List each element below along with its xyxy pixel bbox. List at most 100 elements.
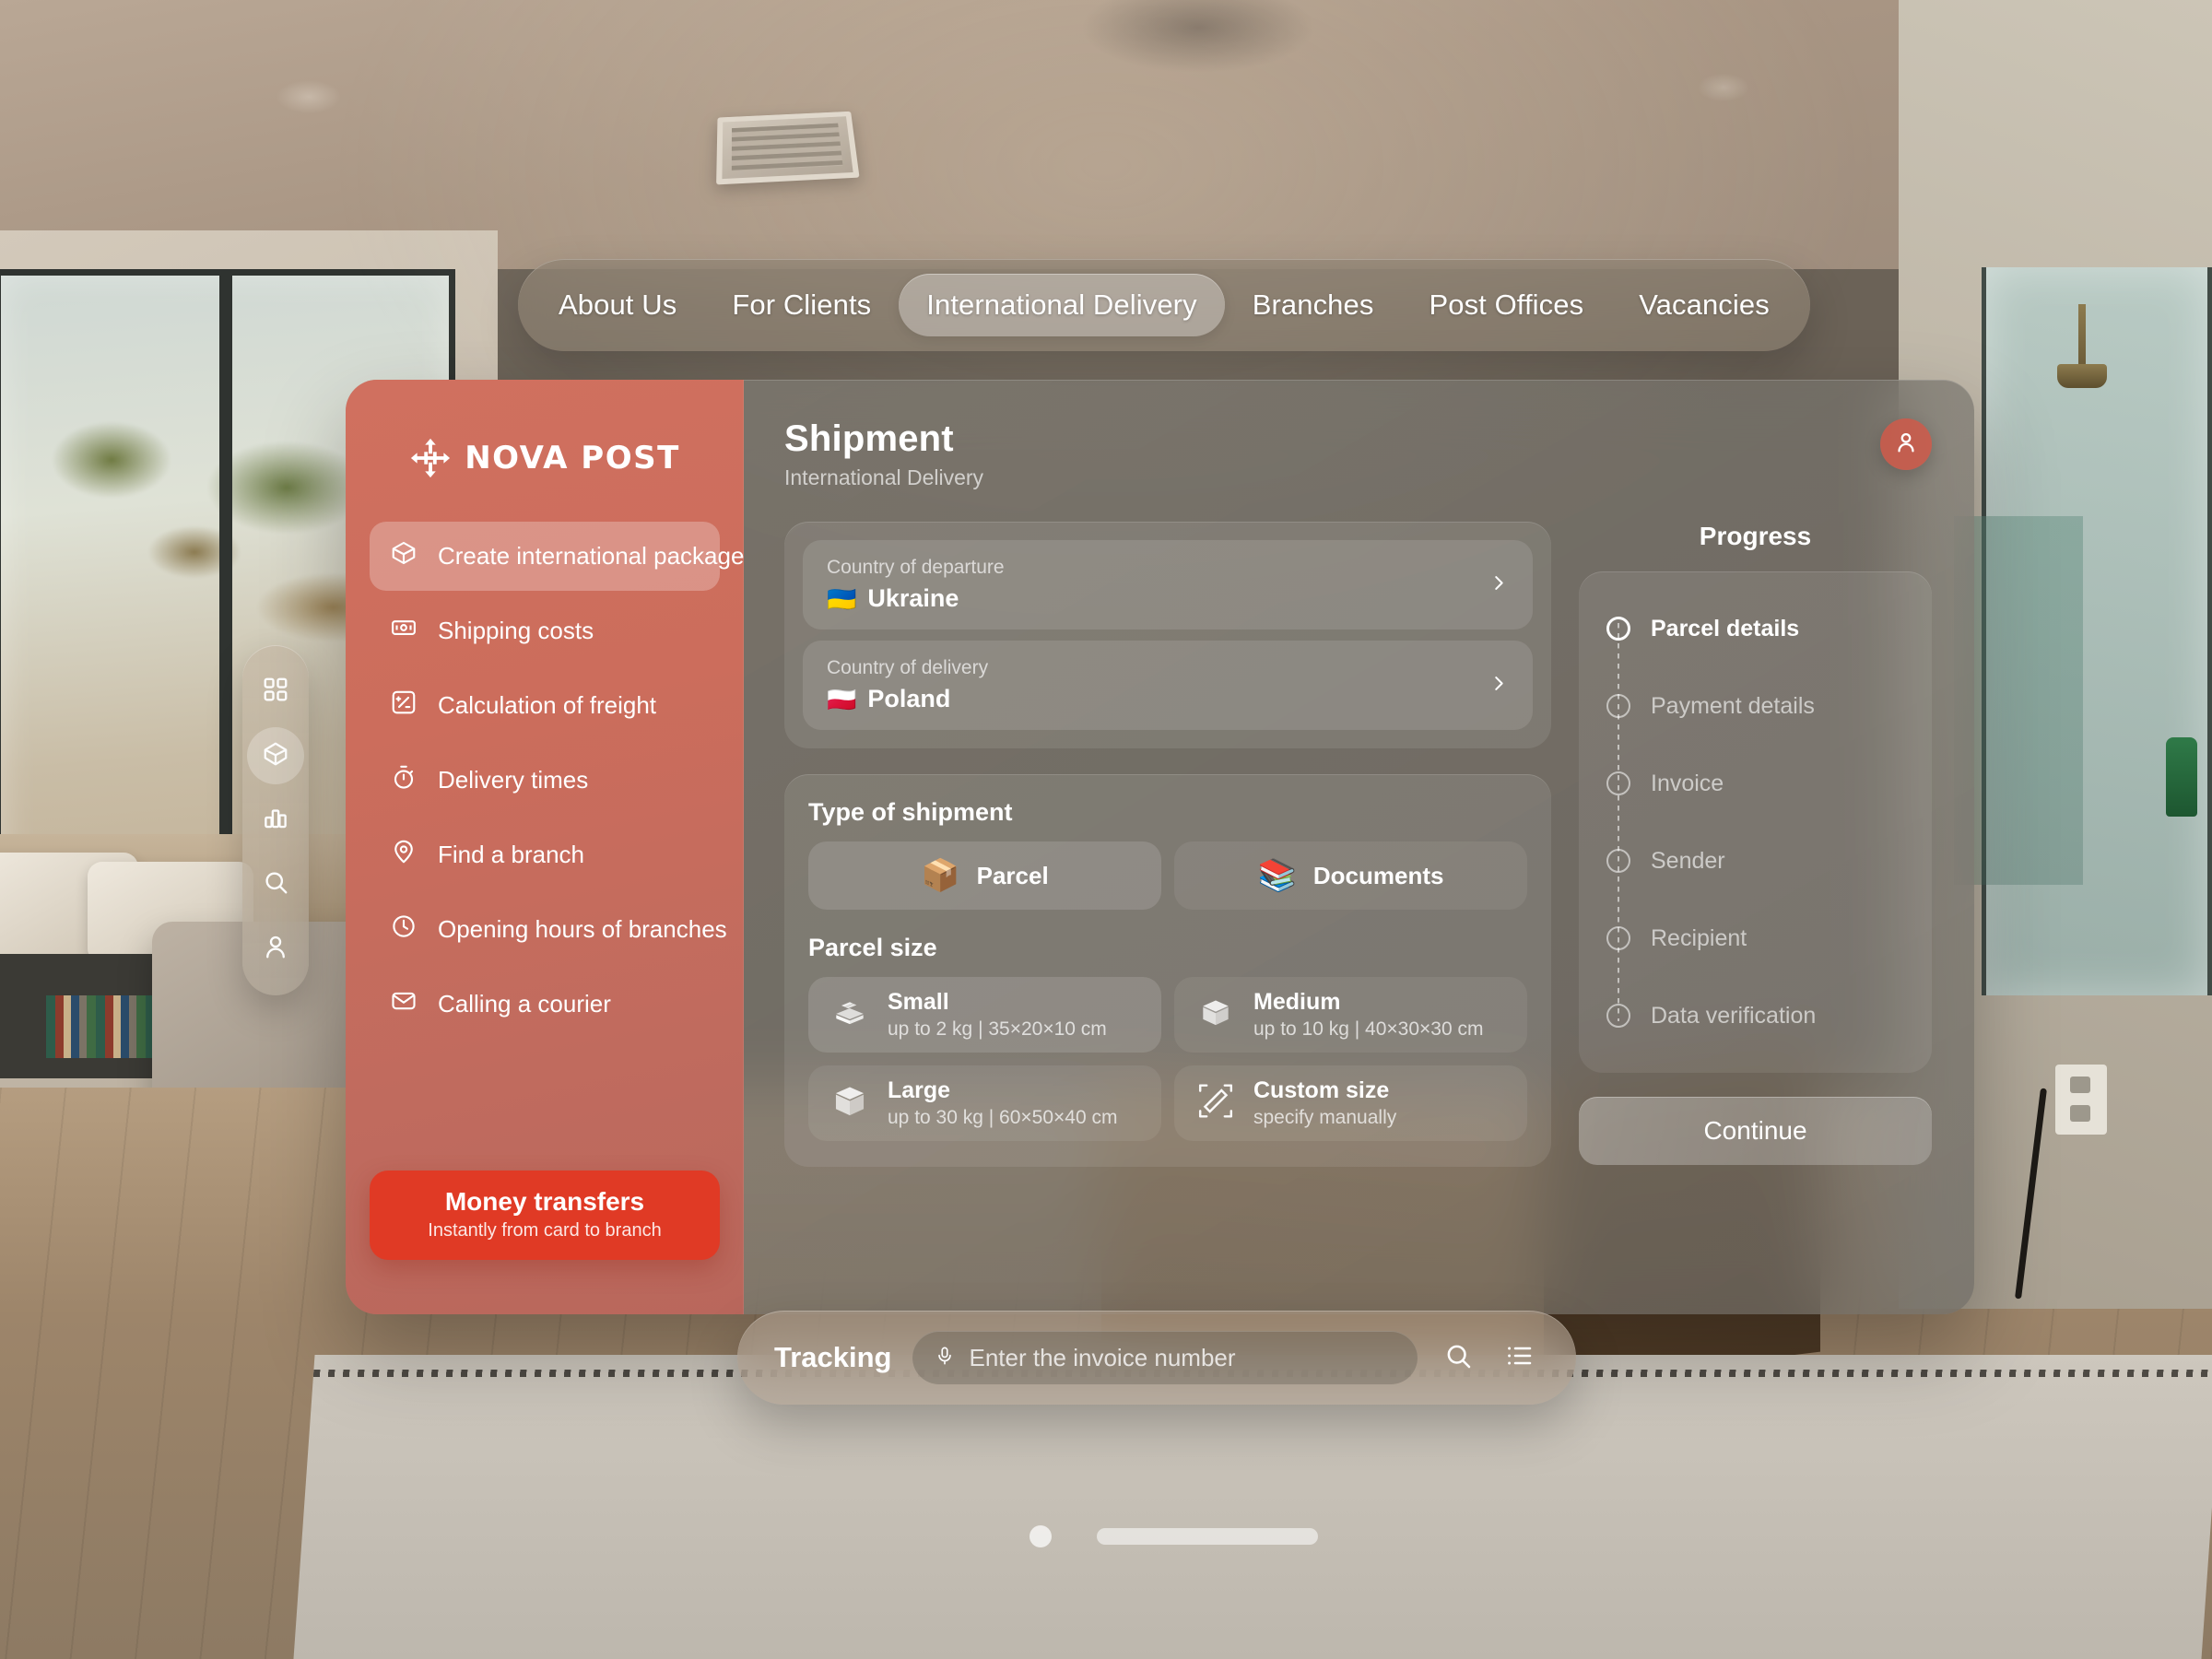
brand-name: NOVA POST [465, 440, 680, 477]
step-dot-icon [1606, 694, 1630, 718]
tracking-search-button[interactable] [1438, 1337, 1478, 1378]
parcel-size-label: Medium [1253, 989, 1341, 1015]
dock-button-packages[interactable] [247, 727, 304, 785]
sidebar-item-delivery-times[interactable]: Delivery times [370, 746, 720, 815]
shipment-type-parcel[interactable]: 📦 Parcel [808, 841, 1161, 910]
country-of-delivery-value-row: 🇵🇱 Poland [827, 685, 1509, 713]
envelope-icon [390, 987, 418, 1021]
progress-step-payment-details[interactable]: Payment details [1606, 680, 1904, 732]
country-of-departure-value: Ukraine [867, 584, 959, 612]
ceiling-vent [716, 111, 860, 185]
nav-item-about-us[interactable]: About Us [531, 274, 704, 336]
sidebar-nav: Create international package Shipping co… [370, 522, 744, 1039]
sidebar-item-label: Shipping costs [438, 617, 594, 644]
chevron-right-icon [1488, 569, 1509, 601]
content-header: Shipment International Delivery [784, 418, 1932, 490]
parcel-size-detail: up to 30 kg | 60×50×40 cm [888, 1107, 1118, 1128]
dock-button-search[interactable] [247, 856, 304, 913]
country-of-departure-field[interactable]: Country of departure 🇺🇦 Ukraine [803, 540, 1533, 629]
country-of-delivery-field[interactable]: Country of delivery 🇵🇱 Poland [803, 641, 1533, 730]
bar-chart-icon [262, 804, 289, 836]
sidebar-item-label: Find a branch [438, 841, 584, 868]
sidebar-item-calling-a-courier[interactable]: Calling a courier [370, 970, 720, 1039]
progress-step-invoice[interactable]: Invoice [1606, 758, 1904, 809]
progress-steps-panel: Parcel details Payment details Invoice S… [1579, 571, 1932, 1073]
shipment-type-label: Documents [1312, 861, 1444, 889]
parcel-size-label: Small [888, 989, 949, 1015]
parcel-size-medium[interactable]: Medium up to 10 kg | 40×30×30 cm [1174, 977, 1527, 1053]
progress-step-sender[interactable]: Sender [1606, 835, 1904, 887]
parcel-size-group-row1: Small up to 2 kg | 35×20×10 cm Medium up… [808, 977, 1527, 1053]
map-pin-icon [390, 838, 418, 872]
home-indicator-bar[interactable] [1097, 1528, 1318, 1545]
shower-pipe [2078, 304, 2086, 369]
brand-logo[interactable]: NOVA POST [370, 437, 720, 479]
step-dot-icon [1606, 849, 1630, 873]
shipment-type-label: Parcel [976, 861, 1049, 889]
progress-step-data-verification[interactable]: Data verification [1606, 990, 1904, 1041]
sidebar: NOVA POST Create international package S… [346, 380, 744, 1314]
parcel-size-detail: specify manually [1253, 1107, 1397, 1128]
nav-item-vacancies[interactable]: Vacancies [1611, 274, 1797, 336]
nav-item-post-offices[interactable]: Post Offices [1401, 274, 1611, 336]
sidebar-item-find-a-branch[interactable]: Find a branch [370, 820, 720, 889]
progress-step-recipient[interactable]: Recipient [1606, 912, 1904, 964]
parcel-size-large[interactable]: Large up to 30 kg | 60×50×40 cm [808, 1065, 1161, 1141]
nova-post-logo-icon [409, 437, 452, 479]
banknote-icon [390, 614, 418, 648]
parcel-size-detail: up to 2 kg | 35×20×10 cm [888, 1018, 1107, 1040]
green-bottle [2166, 737, 2197, 817]
tracking-label: Tracking [774, 1341, 892, 1373]
sidebar-item-calculation-of-freight[interactable]: Calculation of freight [370, 671, 720, 740]
person-icon [1893, 429, 1919, 460]
avatar[interactable] [1880, 418, 1932, 470]
nav-item-for-clients[interactable]: For Clients [704, 274, 899, 336]
sidebar-item-label: Delivery times [438, 766, 589, 794]
clock-icon [390, 912, 418, 947]
continue-button[interactable]: Continue [1579, 1097, 1932, 1165]
tracking-search-field[interactable] [912, 1331, 1418, 1384]
progress-step-label: Sender [1651, 847, 1725, 874]
ruler-icon [1196, 1082, 1235, 1125]
parcel-box-icon: 📦 [921, 858, 960, 893]
package-icon [390, 539, 418, 573]
box-small-icon [830, 994, 869, 1037]
sidebar-item-label: Create international package [438, 542, 745, 570]
route-panel: Country of departure 🇺🇦 Ukraine Country … [784, 522, 1551, 748]
stopwatch-icon [390, 763, 418, 797]
microphone-icon[interactable] [935, 1344, 955, 1372]
country-of-departure-label: Country of departure [827, 557, 1005, 578]
type-of-shipment-title: Type of shipment [808, 798, 1013, 826]
tracking-list-button[interactable] [1499, 1337, 1539, 1378]
shipment-type-documents[interactable]: 📚 Documents [1174, 841, 1527, 910]
wall-outlet [2055, 1065, 2107, 1135]
dock-button-profile[interactable] [247, 920, 304, 977]
dock-button-statistics[interactable] [247, 792, 304, 849]
nav-item-branches[interactable]: Branches [1225, 274, 1402, 336]
progress-step-label: Data verification [1651, 1002, 1817, 1029]
progress-step-label: Recipient [1651, 924, 1747, 951]
sidebar-item-label: Opening hours of branches [438, 915, 727, 943]
person-icon [262, 933, 289, 965]
tracking-input[interactable] [969, 1343, 1395, 1372]
parcel-size-detail: up to 10 kg | 40×30×30 cm [1253, 1018, 1484, 1040]
progress-title: Progress [1699, 522, 1812, 550]
progress-step-label: Payment details [1651, 692, 1815, 719]
page-indicator-dot[interactable] [1030, 1525, 1052, 1547]
dock-button-apps[interactable] [247, 664, 304, 721]
parcel-size-small[interactable]: Small up to 2 kg | 35×20×10 cm [808, 977, 1161, 1053]
money-transfers-button[interactable]: Money transfers Instantly from card to b… [370, 1171, 720, 1260]
sidebar-item-create-international-package[interactable]: Create international package [370, 522, 744, 591]
box-medium-icon [1196, 994, 1235, 1037]
progress-step-parcel-details[interactable]: Parcel details [1606, 603, 1904, 654]
top-navigation-bar: About Us For Clients International Deliv… [518, 259, 1810, 351]
ceiling [0, 0, 2212, 269]
nav-item-international-delivery[interactable]: International Delivery [899, 274, 1225, 336]
app-dock [242, 645, 309, 995]
sidebar-item-shipping-costs[interactable]: Shipping costs [370, 596, 720, 665]
money-transfers-title: Money transfers [444, 1187, 645, 1216]
list-icon [1504, 1341, 1534, 1375]
content-columns: Country of departure 🇺🇦 Ukraine Country … [784, 522, 1932, 1167]
parcel-size-custom[interactable]: Custom size specify manually [1174, 1065, 1527, 1141]
sidebar-item-opening-hours-of-branches[interactable]: Opening hours of branches [370, 895, 727, 964]
